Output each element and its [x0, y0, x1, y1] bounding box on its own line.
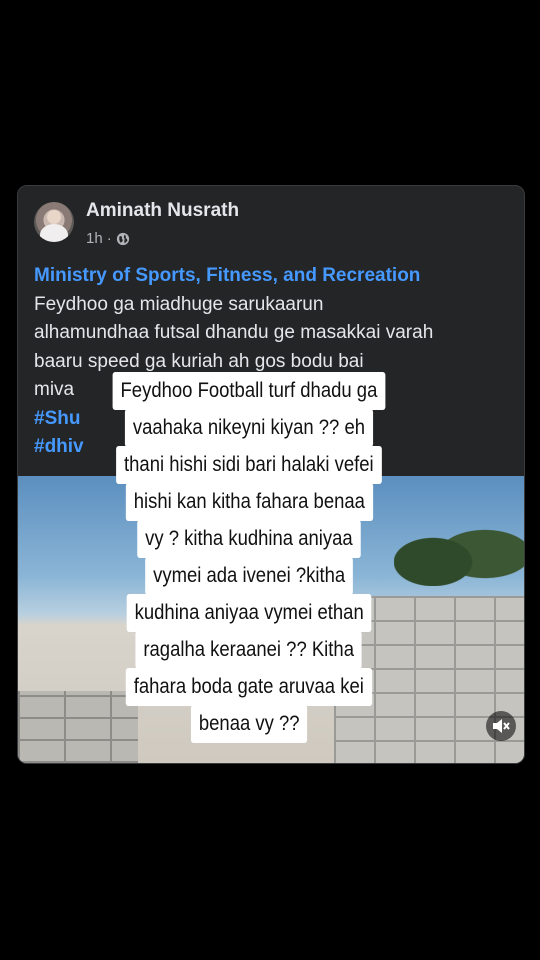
caption-line: ragalha keraanei ?? Kitha: [135, 631, 363, 669]
caption-line: Feydhoo Football turf dhadu ga: [112, 372, 386, 410]
post-time[interactable]: 1h: [86, 230, 103, 247]
caption-line: fahara boda gate aruvaa kei: [126, 668, 372, 706]
caption-line: benaa vy ??: [190, 705, 308, 743]
caption-line: vymei ada ivenei ?kitha: [145, 557, 353, 595]
caption-line: hishi kan kitha fahara benaa: [125, 483, 373, 521]
globe-icon: [116, 232, 129, 245]
caption-line: vy ? kitha kudhina aniyaa: [137, 520, 361, 558]
meta-separator: ·: [106, 230, 112, 247]
post-body-line: alhamundhaa futsal dhandu ge masakkai va…: [34, 322, 434, 343]
caption-line: kudhina aniyaa vymei ethan: [126, 594, 372, 632]
author-name[interactable]: Aminath Nusrath: [86, 200, 239, 222]
post-meta: 1h ·: [86, 230, 130, 247]
caption-line: thani hishi sidi bari halaki vefei: [116, 446, 382, 484]
post-body-line: Feydhoo ga miadhuge sarukaarun: [34, 293, 324, 315]
speaker-muted-icon[interactable]: [486, 711, 516, 741]
caption-line: vaahaka nikeyni kiyan ?? eh: [124, 409, 374, 447]
tagged-page-link[interactable]: Ministry of Sports, Fitness, and Recreat…: [34, 262, 514, 291]
author-avatar[interactable]: [34, 202, 74, 242]
caption-overlay: Feydhoo Football turf dhadu ga vaahaka n…: [78, 372, 420, 743]
